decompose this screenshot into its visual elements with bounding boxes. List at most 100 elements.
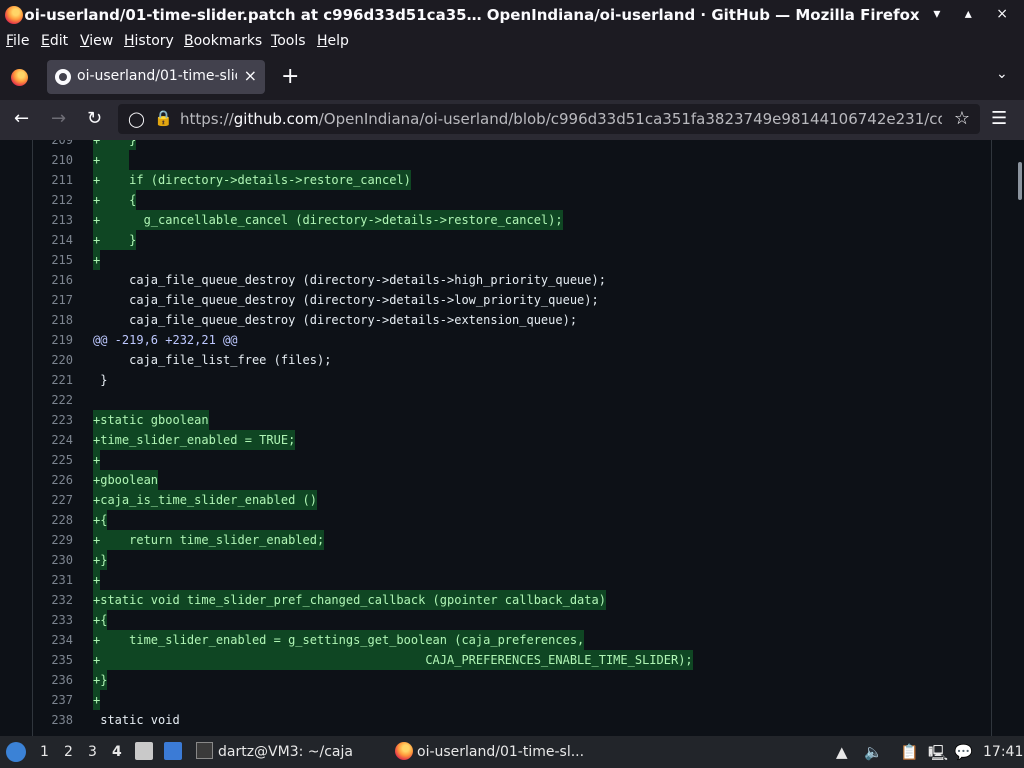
line-number[interactable]: 211 <box>33 170 73 190</box>
menu-help[interactable]: Help <box>317 33 349 49</box>
menu-tools[interactable]: Tools <box>271 33 306 49</box>
line-number[interactable]: 223 <box>33 410 73 430</box>
line-number[interactable]: 213 <box>33 210 73 230</box>
code-line: 218 caja_file_queue_destroy (directory->… <box>33 310 990 330</box>
line-code: + CAJA_PREFERENCES_ENABLE_TIME_SLIDER); <box>93 650 693 670</box>
firefox-view-icon[interactable] <box>11 69 28 86</box>
volume-icon[interactable]: 🔈 <box>864 743 883 761</box>
line-number[interactable]: 219 <box>33 330 73 350</box>
tracking-shield-icon[interactable]: ◯ <box>128 110 145 128</box>
line-number[interactable]: 221 <box>33 370 73 390</box>
line-code: + <box>93 570 101 590</box>
line-number[interactable]: 222 <box>33 390 73 410</box>
list-all-tabs-chevron-icon[interactable]: ⌄ <box>996 66 1008 82</box>
line-number[interactable]: 218 <box>33 310 73 330</box>
back-arrow-icon[interactable]: ← <box>14 108 29 129</box>
code-line: 232 +static void time_slider_pref_changed… <box>33 590 990 610</box>
line-code: + <box>93 150 130 170</box>
tray-upload-icon[interactable]: ▲ <box>836 743 848 761</box>
menu-edit[interactable]: Edit <box>41 33 68 49</box>
menu-history[interactable]: History <box>124 33 174 49</box>
line-number[interactable]: 237 <box>33 690 73 710</box>
menu-bar: File Edit View History Bookmarks Tools H… <box>0 30 1024 54</box>
network-icon[interactable]: 🖳 <box>928 743 948 768</box>
line-code: @@ -219,6 +232,21 @@ <box>93 333 238 347</box>
code-line: 237 + <box>33 690 990 710</box>
code-view: 209 + } 210 + 211 + if (directory->details->… <box>0 140 1024 736</box>
tab-close-icon[interactable]: × <box>244 66 257 85</box>
forward-arrow-icon[interactable]: → <box>51 108 66 129</box>
code-line: 214 + } <box>33 230 990 250</box>
line-number[interactable]: 238 <box>33 710 73 730</box>
new-tab-plus-icon[interactable]: + <box>281 64 299 89</box>
line-number[interactable]: 230 <box>33 550 73 570</box>
bookmark-star-icon[interactable]: ☆ <box>954 108 970 129</box>
line-code: caja_file_queue_destroy (directory->deta… <box>93 293 599 307</box>
code-line: 227 +caja_is_time_slider_enabled () <box>33 490 990 510</box>
line-number[interactable]: 216 <box>33 270 73 290</box>
line-number[interactable]: 225 <box>33 450 73 470</box>
workspace-4[interactable]: 4 <box>112 744 122 760</box>
code-line: 219 @@ -219,6 +232,21 @@ <box>33 330 990 350</box>
lock-icon[interactable]: 🔒 <box>154 109 173 127</box>
code-line: 231 + <box>33 570 990 590</box>
menu-bookmarks[interactable]: Bookmarks <box>184 33 262 49</box>
tab-label: oi-userland/01-time-slide <box>77 68 237 84</box>
terminal-icon[interactable] <box>196 742 213 759</box>
start-menu-icon[interactable] <box>6 742 26 762</box>
show-desktop-icon[interactable] <box>164 742 182 760</box>
url-bar[interactable]: ◯ 🔒 https://github.com/OpenIndiana/oi-us… <box>118 104 980 134</box>
window-controls[interactable]: ▾ ▴ × <box>933 6 1018 22</box>
line-number[interactable]: 232 <box>33 590 73 610</box>
menu-file[interactable]: File <box>6 33 29 49</box>
code-line: 216 caja_file_queue_destroy (directory->… <box>33 270 990 290</box>
line-number[interactable]: 210 <box>33 150 73 170</box>
url-text[interactable]: https://github.com/OpenIndiana/oi-userla… <box>180 110 942 128</box>
code-line: 235 + CAJA_PREFERENCES_ENABLE_TIME_SLIDER… <box>33 650 990 670</box>
line-code: caja_file_queue_destroy (directory->deta… <box>93 273 606 287</box>
code-line: 224 +time_slider_enabled = TRUE; <box>33 430 990 450</box>
code-line: 229 + return time_slider_enabled; <box>33 530 990 550</box>
line-code: + g_cancellable_cancel (directory->detai… <box>93 210 563 230</box>
reload-icon[interactable]: ↻ <box>87 108 102 129</box>
clipboard-icon[interactable]: 📋 <box>900 743 919 761</box>
line-number[interactable]: 226 <box>33 470 73 490</box>
line-number[interactable]: 234 <box>33 630 73 650</box>
workspace-1[interactable]: 1 <box>40 744 49 760</box>
line-number[interactable]: 215 <box>33 250 73 270</box>
taskbar-firefox-window[interactable]: oi-userland/01-time-sl... <box>417 744 584 760</box>
scrollbar-thumb[interactable] <box>1018 162 1022 200</box>
workspace-3[interactable]: 3 <box>88 744 97 760</box>
line-number[interactable]: 212 <box>33 190 73 210</box>
line-number[interactable]: 220 <box>33 350 73 370</box>
code-line: 222 <box>33 390 990 410</box>
line-number[interactable]: 236 <box>33 670 73 690</box>
code-line: 238 static void <box>33 710 990 730</box>
line-number[interactable]: 214 <box>33 230 73 250</box>
code-line: 221 } <box>33 370 990 390</box>
app-menu-hamburger-icon[interactable]: ☰ <box>991 108 1007 129</box>
tab-active[interactable]: oi-userland/01-time-slide × <box>47 60 265 94</box>
line-number[interactable]: 227 <box>33 490 73 510</box>
file-manager-icon[interactable] <box>135 742 153 760</box>
taskbar-terminal-window[interactable]: dartz@VM3: ~/caja <box>218 744 353 760</box>
window-titlebar: oi-userland/01-time-slider.patch at c996… <box>0 0 1024 30</box>
line-number[interactable]: 235 <box>33 650 73 670</box>
line-number[interactable]: 224 <box>33 430 73 450</box>
code-line: 212 + { <box>33 190 990 210</box>
line-number[interactable]: 209 <box>33 140 73 150</box>
line-number[interactable]: 231 <box>33 570 73 590</box>
line-code: } <box>93 373 108 387</box>
code-line: 215 + <box>33 250 990 270</box>
line-number[interactable]: 229 <box>33 530 73 550</box>
line-number[interactable]: 217 <box>33 290 73 310</box>
code-line: 210 + <box>33 150 990 170</box>
line-code: +gboolean <box>93 470 159 490</box>
code-line: 211 + if (directory->details->restore_can… <box>33 170 990 190</box>
menu-view[interactable]: View <box>80 33 113 49</box>
line-number[interactable]: 233 <box>33 610 73 630</box>
line-number[interactable]: 228 <box>33 510 73 530</box>
taskbar: 1 2 3 4 dartz@VM3: ~/caja oi-userland/01… <box>0 736 1024 768</box>
workspace-2[interactable]: 2 <box>64 744 73 760</box>
notifications-icon[interactable]: 💬 <box>954 743 973 761</box>
